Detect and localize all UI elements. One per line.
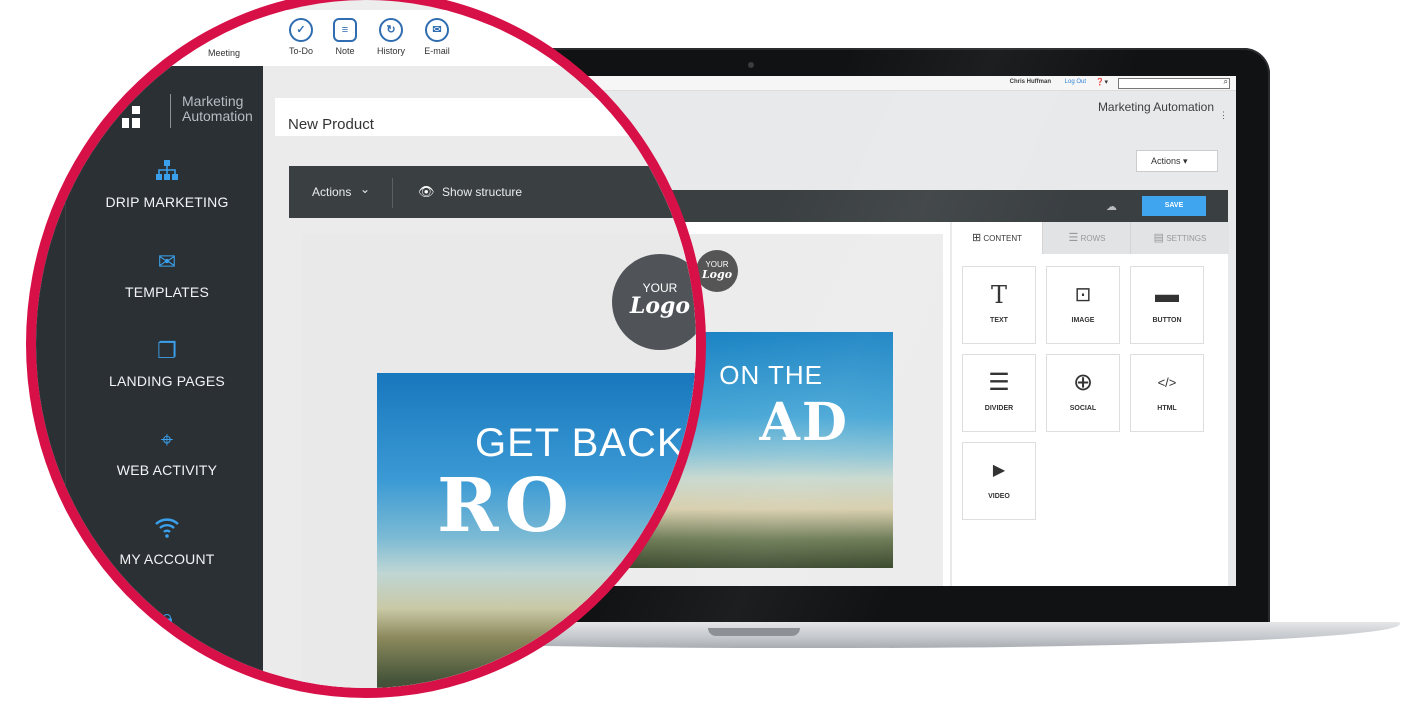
block-video-label: VIDEO bbox=[988, 493, 1010, 500]
block-html-label: HTML bbox=[1157, 405, 1177, 412]
block-image[interactable]: ⊡ IMAGE bbox=[1046, 266, 1120, 344]
wifi-icon bbox=[72, 515, 262, 543]
envelope-icon: ✉ bbox=[157, 249, 177, 274]
brand-line1: Marketing bbox=[182, 93, 244, 109]
note-icon: ≡ bbox=[333, 18, 357, 42]
sidebar-item-landing-pages[interactable]: ❐ LANDING PAGES bbox=[72, 337, 262, 389]
sidebar-item-drip-marketing[interactable]: DRIP MARKETING bbox=[72, 158, 262, 210]
logo-thumbnail: YOUR Logo bbox=[696, 250, 738, 292]
toolbar-meeting[interactable]: Meeting bbox=[208, 48, 240, 58]
rows-icon: ☰ bbox=[1068, 232, 1079, 244]
pages-icon: ❐ bbox=[157, 338, 177, 363]
tab-content-label: CONTENT bbox=[983, 234, 1023, 243]
history-icon: ↻ bbox=[379, 18, 403, 42]
logout-link[interactable]: Log Out bbox=[1065, 79, 1086, 85]
save-button[interactable]: SAVE bbox=[1142, 196, 1206, 216]
module-title: Marketing Automation bbox=[1097, 100, 1214, 114]
image-icon: ⊡ bbox=[1074, 284, 1092, 306]
tab-rows[interactable]: ☰ ROWS bbox=[1042, 222, 1131, 254]
page-title: New Product bbox=[288, 116, 374, 133]
block-social-label: SOCIAL bbox=[1069, 405, 1097, 412]
block-text[interactable]: T TEXT bbox=[962, 266, 1036, 344]
social-icon: ⊕ bbox=[1072, 369, 1094, 396]
search-icon[interactable]: ⌕ bbox=[1224, 77, 1228, 87]
block-html[interactable]: </> HTML bbox=[1130, 354, 1204, 432]
more-icon[interactable]: ⋮ bbox=[1219, 110, 1228, 121]
sidebar-item-admin[interactable]: 🔒︎ MIN bbox=[72, 604, 262, 656]
crosshair-icon: ⌖ bbox=[160, 427, 174, 452]
sidebar-divider bbox=[65, 66, 66, 688]
tab-settings-label: SETTINGS bbox=[1166, 234, 1207, 243]
magnifier-circle: Meeting ✓ To-Do ≡ Note ↻ History ✉ E-mai… bbox=[26, 0, 706, 698]
grid-icon: ⊞ bbox=[971, 232, 982, 244]
block-image-label: IMAGE bbox=[1071, 317, 1095, 324]
sidebar-item-templates[interactable]: ✉ TEMPLATES bbox=[72, 248, 262, 300]
actions-dropdown-label: Actions bbox=[1151, 156, 1181, 166]
logo-placeholder[interactable]: YOUR Logo bbox=[612, 254, 696, 350]
toolbar-email-label: E-mail bbox=[424, 46, 450, 56]
block-social[interactable]: ⊕ SOCIAL bbox=[1046, 354, 1120, 432]
actions-menu[interactable]: Actions bbox=[312, 185, 351, 199]
checkbox-icon: ✓ bbox=[289, 18, 313, 42]
block-divider-label: DIVIDER bbox=[984, 405, 1014, 412]
settings-icon: ▤ bbox=[1153, 232, 1165, 244]
button-icon: ▬ bbox=[1155, 281, 1179, 308]
block-text-label: TEXT bbox=[990, 317, 1008, 324]
toolbar-divider bbox=[392, 178, 393, 208]
content-panel: ⊞ CONTENT ☰ ROWS ▤ SETTINGS T TEXT ⊡ IMA… bbox=[952, 222, 1229, 586]
toolbar-email[interactable]: ✉ E-mail bbox=[410, 18, 464, 56]
html-icon: </> bbox=[1157, 375, 1177, 390]
sidebar-item-web-activity[interactable]: ⌖ WEB ACTIVITY bbox=[72, 426, 262, 478]
hero-image-zoomed[interactable]: GET BACK RO bbox=[377, 373, 696, 688]
tab-rows-label: ROWS bbox=[1080, 234, 1106, 243]
actions-dropdown[interactable]: Actions ▾ bbox=[1136, 150, 1218, 172]
block-video[interactable]: ▶ VIDEO bbox=[962, 442, 1036, 520]
sidebar-item-label: MIN bbox=[167, 640, 195, 656]
sidebar-item-label: TEMPLATES bbox=[124, 284, 209, 300]
eye-icon[interactable]: 👁︎ bbox=[418, 184, 435, 200]
block-button[interactable]: ▬ BUTTON bbox=[1130, 266, 1204, 344]
search-input[interactable] bbox=[1118, 78, 1230, 89]
hero-get-back: GET BACK bbox=[475, 421, 685, 465]
van-shape bbox=[557, 623, 696, 688]
sidebar-item-my-account[interactable]: MY ACCOUNT bbox=[72, 515, 262, 567]
block-button-label: BUTTON bbox=[1152, 317, 1182, 324]
logo-logo-text: Logo bbox=[701, 268, 733, 281]
video-icon: ▶ bbox=[992, 462, 1006, 479]
lock-icon: 🔒︎ bbox=[161, 605, 173, 630]
brand-separator bbox=[170, 94, 171, 128]
show-structure-button[interactable]: Show structure bbox=[442, 185, 522, 199]
help-icon[interactable]: ❓▾ bbox=[1096, 78, 1108, 86]
tab-settings[interactable]: ▤ SETTINGS bbox=[1130, 222, 1229, 254]
hero-road: RO bbox=[437, 463, 575, 549]
brand-line2: Automation bbox=[182, 108, 253, 124]
camera-icon bbox=[748, 62, 754, 68]
user-name: Chris Huffman bbox=[1009, 79, 1051, 85]
laptop-notch bbox=[708, 628, 800, 636]
email-icon: ✉ bbox=[425, 18, 449, 42]
brand-logo-icon bbox=[122, 106, 140, 128]
van-window bbox=[573, 635, 696, 655]
tab-content[interactable]: ⊞ CONTENT bbox=[952, 222, 1042, 254]
block-divider[interactable]: ☰ DIVIDER bbox=[962, 354, 1036, 432]
sidebar-item-label: LANDING PAGES bbox=[109, 373, 225, 389]
org-chart-icon bbox=[72, 158, 262, 186]
text-icon: T bbox=[990, 281, 1007, 309]
brand-name: Marketing Automation bbox=[182, 94, 253, 124]
sidebar-item-label: WEB ACTIVITY bbox=[116, 462, 218, 478]
chevron-down-icon[interactable]: ⌄ bbox=[360, 182, 370, 196]
logo-logo-text: Logo bbox=[629, 293, 691, 319]
sidebar-item-label: DRIP MARKETING bbox=[105, 194, 229, 210]
sidebar-item-label: MY ACCOUNT bbox=[119, 551, 215, 567]
divider-icon: ☰ bbox=[988, 369, 1010, 396]
cloud-upload-icon[interactable]: ☁ bbox=[1106, 200, 1117, 213]
